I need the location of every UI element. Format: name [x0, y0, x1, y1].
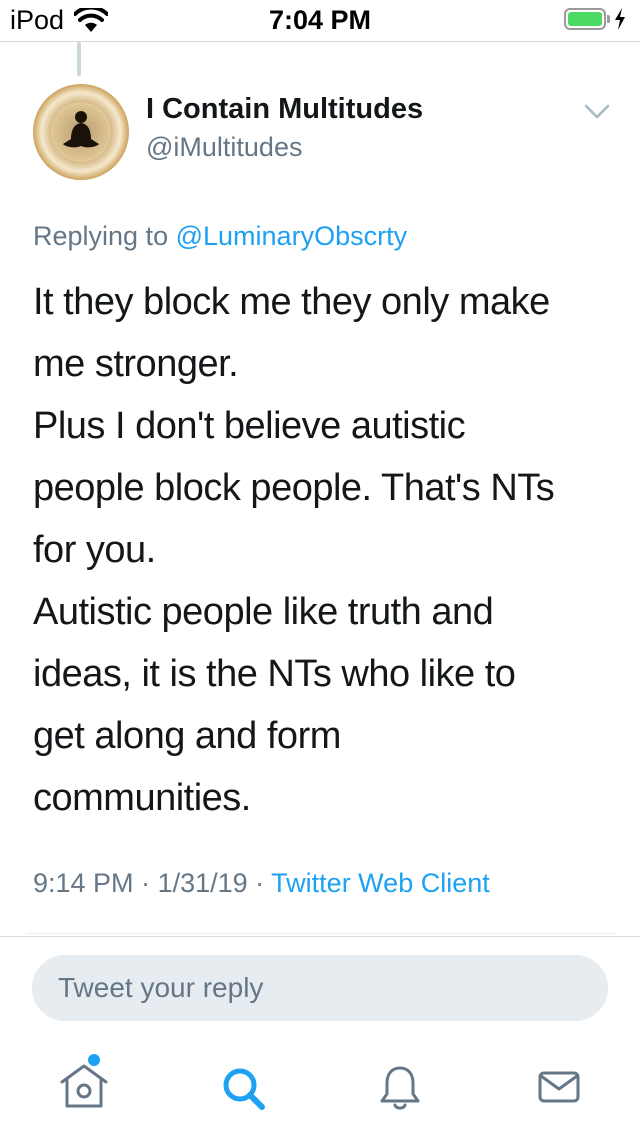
tweet-line: people block people. That's NTs	[33, 467, 555, 509]
tweet-meta: 9:14 PM · 1/31/19 · Twitter Web Client	[33, 868, 490, 899]
tweet-line: It they block me they only make	[33, 281, 550, 323]
home-icon	[60, 1064, 108, 1108]
author-handle[interactable]: @iMultitudes	[146, 132, 302, 163]
meta-separator: ·	[133, 868, 158, 898]
tweet-line: communities.	[33, 777, 251, 819]
tweet-line: me stronger.	[33, 343, 239, 385]
reply-placeholder: Tweet your reply	[58, 972, 264, 1003]
tab-notifications[interactable]	[370, 1058, 430, 1118]
status-time: 7:04 PM	[268, 5, 372, 35]
tab-messages[interactable]	[530, 1058, 590, 1118]
chevron-down-icon[interactable]	[584, 104, 610, 120]
envelope-icon	[538, 1071, 580, 1103]
new-content-dot	[88, 1054, 100, 1066]
tab-search[interactable]	[213, 1058, 273, 1118]
meta-divider-inner	[26, 933, 616, 934]
author-display-name[interactable]: I Contain Multitudes	[146, 93, 423, 126]
battery-icon	[564, 8, 606, 30]
meta-separator: ·	[247, 868, 272, 898]
meditation-figure-icon	[51, 102, 111, 162]
replying-to: Replying to @LuminaryObscrty	[33, 221, 407, 252]
tweet-line: Autistic people like truth and	[33, 591, 494, 633]
charging-bolt-icon	[615, 8, 625, 30]
tweet-line: for you.	[33, 529, 156, 571]
screen: iPod 7:04 PM I Contain Multitudes @iMult…	[0, 0, 640, 1136]
tweet-line: Plus I don't believe autistic	[33, 405, 466, 447]
reply-input[interactable]: Tweet your reply	[32, 955, 608, 1021]
status-divider	[0, 41, 640, 42]
tweet-text: It they block me they only make me stron…	[33, 271, 618, 829]
thread-line	[77, 42, 81, 76]
tweet-line: ideas, it is the NTs who like to	[33, 653, 516, 695]
tweet-line: get along and form	[33, 715, 341, 757]
meta-divider	[0, 936, 640, 937]
tab-home[interactable]	[54, 1058, 114, 1118]
avatar[interactable]	[33, 84, 129, 180]
status-bar: iPod 7:04 PM	[0, 0, 640, 40]
bell-icon	[380, 1066, 420, 1110]
tweet-client-link[interactable]: Twitter Web Client	[271, 868, 490, 898]
replying-mention[interactable]: @LuminaryObscrty	[176, 221, 407, 251]
battery-fill	[568, 12, 602, 26]
tweet-date: 1/31/19	[157, 868, 248, 898]
status-right	[564, 8, 626, 30]
search-icon	[223, 1068, 265, 1110]
tweet-time: 9:14 PM	[33, 868, 134, 898]
battery-cap	[607, 15, 610, 23]
replying-prefix: Replying to	[33, 221, 169, 251]
